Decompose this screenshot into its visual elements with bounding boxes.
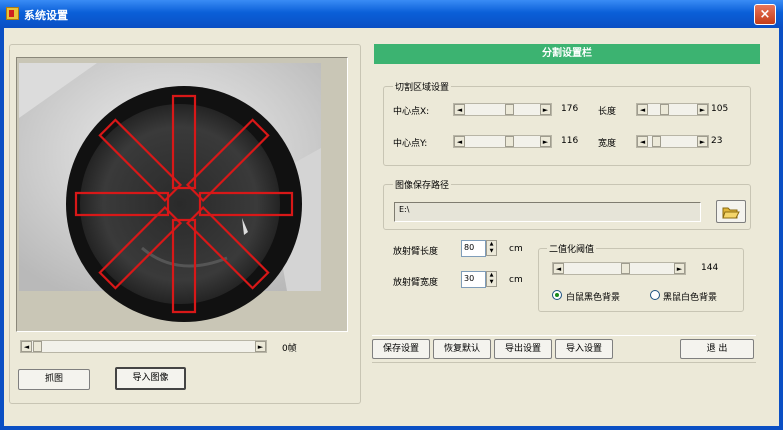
arm-width-label: 放射臂宽度: [393, 278, 439, 288]
cut-region-title: 切割区域设置: [393, 80, 452, 93]
arm-length-unit: cm: [509, 244, 523, 254]
radio-black-background[interactable]: [552, 290, 562, 300]
length-slider[interactable]: ◄ ►: [636, 103, 709, 116]
arm-outline: [185, 118, 270, 203]
cut-region-group: [383, 86, 751, 166]
exit-button[interactable]: 退 出: [680, 339, 754, 359]
capture-image-button[interactable]: 抓图: [18, 369, 90, 390]
center-x-slider[interactable]: ◄ ►: [453, 103, 552, 116]
center-x-label: 中心点X:: [393, 107, 430, 117]
scroll-right-arrow[interactable]: ►: [255, 341, 266, 352]
length-label: 长度: [598, 107, 617, 117]
length-right-arrow[interactable]: ►: [697, 104, 708, 115]
width-right-arrow[interactable]: ►: [697, 136, 708, 147]
width-value: 23: [711, 136, 723, 146]
close-button[interactable]: ×: [754, 4, 776, 25]
arm-outline: [98, 205, 183, 290]
folder-open-icon: [722, 207, 740, 219]
binarize-left-arrow[interactable]: ◄: [553, 263, 564, 274]
radio-black-background-label[interactable]: 白鼠黑色背景: [566, 290, 620, 303]
arm-width-spinner[interactable]: ▲ ▼: [486, 271, 497, 287]
arm-length-label: 放射臂长度: [393, 247, 439, 257]
title-bar[interactable]: 系统设置 ×: [0, 0, 783, 28]
center-y-label: 中心点Y:: [393, 139, 428, 149]
width-thumb[interactable]: [652, 136, 661, 147]
center-y-thumb[interactable]: [505, 136, 514, 147]
length-left-arrow[interactable]: ◄: [637, 104, 648, 115]
width-slider[interactable]: ◄ ►: [636, 135, 709, 148]
export-settings-button[interactable]: 导出设置: [494, 339, 552, 359]
center-y-left-arrow[interactable]: ◄: [454, 136, 465, 147]
window-title: 系统设置: [24, 9, 68, 22]
import-image-button[interactable]: 导入图像: [115, 367, 186, 390]
window-frame-right: [779, 28, 783, 430]
center-y-right-arrow[interactable]: ►: [540, 136, 551, 147]
arm-outline: [171, 94, 197, 190]
arm-outline: [74, 191, 170, 217]
video-frame-scrollbar[interactable]: ◄ ►: [20, 340, 267, 353]
center-x-right-arrow[interactable]: ►: [540, 104, 551, 115]
width-left-arrow[interactable]: ◄: [637, 136, 648, 147]
center-x-left-arrow[interactable]: ◄: [454, 104, 465, 115]
binarize-value: 144: [701, 263, 719, 273]
window-frame-bottom: [0, 426, 783, 430]
settings-header: 分割设置栏: [374, 44, 760, 64]
arm-width-unit: cm: [509, 275, 523, 285]
arm-outline: [185, 205, 270, 290]
scroll-left-arrow[interactable]: ◄: [21, 341, 32, 352]
center-y-value: 116: [561, 136, 579, 146]
binarize-thumb[interactable]: [621, 263, 630, 274]
frame-number-label: 0帧: [282, 344, 297, 354]
arm-outline: [98, 118, 183, 203]
binarize-right-arrow[interactable]: ►: [674, 263, 685, 274]
restore-default-button[interactable]: 恢复默认: [433, 339, 491, 359]
length-thumb[interactable]: [660, 104, 669, 115]
arm-width-input[interactable]: 30: [461, 271, 486, 288]
save-settings-button[interactable]: 保存设置: [372, 339, 430, 359]
save-path-title: 图像保存路径: [393, 178, 452, 191]
arm-length-spinner[interactable]: ▲ ▼: [486, 240, 497, 256]
import-settings-button[interactable]: 导入设置: [555, 339, 613, 359]
radio-white-background-label[interactable]: 黑鼠白色背景: [663, 290, 717, 303]
binarize-slider[interactable]: ◄ ►: [552, 262, 686, 275]
browse-folder-button[interactable]: [716, 200, 746, 223]
center-x-thumb[interactable]: [505, 104, 514, 115]
arm-outline: [198, 191, 294, 217]
video-frame: [16, 57, 348, 332]
app-icon: [6, 7, 19, 20]
arm-overlay: [74, 94, 294, 314]
center-y-slider[interactable]: ◄ ►: [453, 135, 552, 148]
scroll-thumb[interactable]: [33, 341, 42, 352]
arm-length-input[interactable]: 80: [461, 240, 486, 257]
radio-white-background[interactable]: [650, 290, 660, 300]
save-path-input[interactable]: E:\: [394, 202, 701, 222]
binarize-title: 二值化阈值: [547, 242, 597, 255]
length-value: 105: [711, 104, 729, 114]
arm-outline: [171, 218, 197, 314]
width-label: 宽度: [598, 139, 617, 149]
center-x-value: 176: [561, 104, 579, 114]
